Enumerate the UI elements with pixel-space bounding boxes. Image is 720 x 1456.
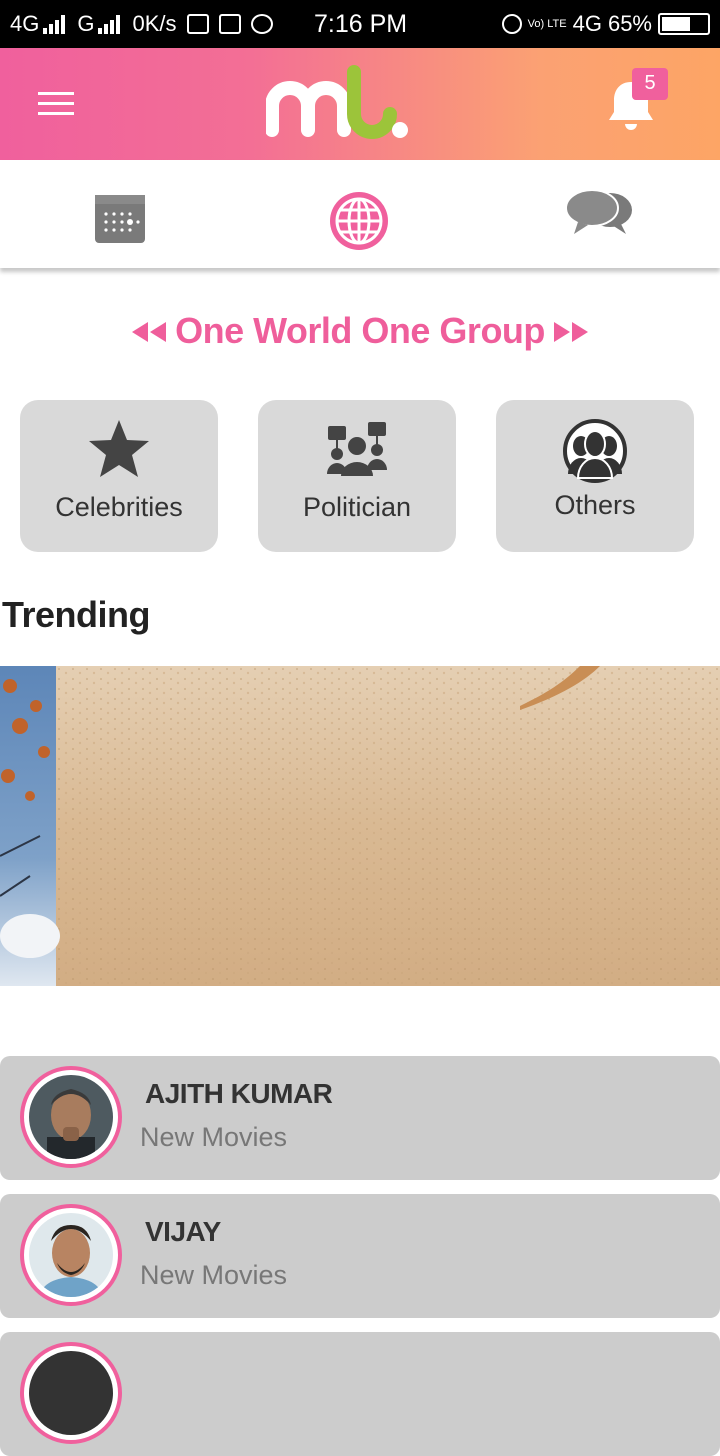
group-icon <box>563 419 627 483</box>
protest-icon <box>327 422 387 476</box>
category-label: Celebrities <box>55 492 183 522</box>
battery-icon <box>658 13 710 35</box>
status-bar: 4G G 0K/s 7:16 PM Vo) LTE 4G 65% <box>0 0 720 48</box>
trending-heading: Trending <box>2 594 151 635</box>
network-label-2: G <box>77 11 95 36</box>
next-arrow-icon[interactable] <box>552 318 590 346</box>
avatar <box>20 1066 122 1168</box>
banner-image <box>0 666 720 986</box>
star-icon <box>89 420 149 477</box>
battery-percent: 65% <box>607 11 652 36</box>
tab-chat[interactable] <box>480 160 720 268</box>
notification-badge: 5 <box>632 68 668 100</box>
tab-calendar[interactable] <box>0 160 240 268</box>
status-time: 7:16 PM <box>314 10 408 38</box>
menu-icon-line <box>38 92 74 95</box>
menu-icon-line <box>38 112 74 115</box>
avatar <box>20 1204 122 1306</box>
data-speed: 0K/s <box>132 11 177 36</box>
item-subtitle: New Movies <box>140 1260 288 1290</box>
tab-globe[interactable] <box>240 160 480 268</box>
status-left: 4G G 0K/s <box>10 11 273 37</box>
menu-button[interactable] <box>38 92 74 116</box>
list-item[interactable]: AJITH KUMAR New Movies <box>0 1056 720 1180</box>
mail-notification-icon <box>186 14 209 34</box>
globe-icon <box>330 192 388 250</box>
avatar-photo <box>29 1075 113 1159</box>
category-others[interactable]: Others <box>496 400 694 552</box>
chat-icon <box>565 189 632 234</box>
sim-notification-icon <box>218 14 241 34</box>
app-logo <box>266 65 408 139</box>
volte-label: Vo) LTE <box>527 17 567 30</box>
category-label: Politician <box>302 492 412 522</box>
item-name: VIJAY <box>145 1216 221 1247</box>
group-navigator: One World One Group <box>0 306 720 358</box>
category-celebrities[interactable]: Celebrities <box>20 400 218 552</box>
status-right: Vo) LTE 4G 65% <box>496 11 710 37</box>
signal-icon-2 <box>98 14 121 34</box>
item-subtitle: New Movies <box>140 1122 288 1152</box>
app-bar: 5 <box>0 48 720 160</box>
list-item[interactable]: VIJAY New Movies <box>0 1194 720 1318</box>
item-name: AJITH KUMAR <box>145 1078 333 1109</box>
avatar <box>20 1342 122 1444</box>
avatar-photo <box>29 1351 113 1435</box>
network-label: 4G <box>10 11 40 36</box>
tab-row <box>0 160 720 268</box>
trending-banner[interactable] <box>0 666 720 986</box>
network-label-3: 4G <box>572 11 602 36</box>
menu-icon-line <box>38 102 74 105</box>
avatar-photo <box>29 1213 113 1297</box>
group-title: One World One Group <box>175 310 545 351</box>
chrome-notification-icon <box>250 14 273 34</box>
category-label: Others <box>554 490 636 520</box>
signal-icon <box>43 14 66 34</box>
category-politician[interactable]: Politician <box>258 400 456 552</box>
list-item[interactable] <box>0 1332 720 1456</box>
calendar-icon <box>95 195 145 243</box>
alarm-icon <box>501 14 522 34</box>
